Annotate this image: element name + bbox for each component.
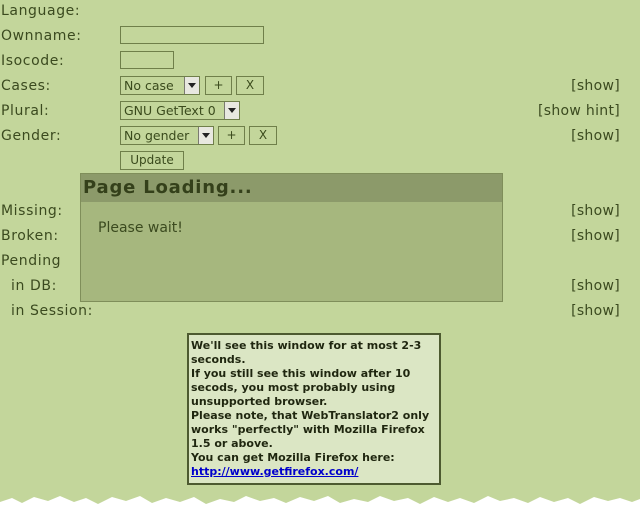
isocode-label: Isocode: <box>1 53 65 69</box>
gender-select[interactable]: No gender <box>120 126 214 145</box>
missing-label: Missing: <box>1 203 63 219</box>
chevron-down-icon <box>224 102 239 119</box>
language-label: Language: <box>1 3 81 19</box>
pending-label: Pending <box>1 253 62 269</box>
notice-line-2: If you still see this window after 10 se… <box>191 367 411 408</box>
pending-in-session-label: in Session: <box>11 303 93 319</box>
in-session-show-link[interactable]: [show] <box>571 303 620 319</box>
plural-label: Plural: <box>1 103 50 119</box>
add-gender-button[interactable]: + <box>218 126 245 145</box>
cases-show-link[interactable]: [show] <box>571 78 620 94</box>
cases-select[interactable]: No case <box>120 76 200 95</box>
chevron-down-icon <box>198 127 213 144</box>
browser-notice: We'll see this window for at most 2-3 se… <box>187 333 441 485</box>
cases-select-value: No case <box>124 78 174 93</box>
chevron-down-icon <box>184 77 199 94</box>
plural-select[interactable]: GNU GetText 0 <box>120 101 240 120</box>
isocode-field[interactable] <box>120 51 174 69</box>
notice-line-3: Please note, that WebTranslator2 only wo… <box>191 409 430 450</box>
update-button[interactable]: Update <box>120 151 184 170</box>
broken-show-link[interactable]: [show] <box>571 228 620 244</box>
loading-title: Page Loading... <box>81 174 502 202</box>
plural-show-hint-link[interactable]: [show hint] <box>538 103 620 119</box>
gender-show-link[interactable]: [show] <box>571 128 620 144</box>
ownname-label: Ownname: <box>1 28 82 44</box>
torn-edge-decoration <box>0 496 640 516</box>
cases-label: Cases: <box>1 78 51 94</box>
remove-case-button[interactable]: X <box>236 76 264 95</box>
pending-in-db-label: in DB: <box>11 278 57 294</box>
missing-show-link[interactable]: [show] <box>571 203 620 219</box>
notice-line-4: You can get Mozilla Firefox here: <box>191 451 395 464</box>
add-case-button[interactable]: + <box>205 76 232 95</box>
ownname-field[interactable] <box>120 26 264 44</box>
plural-select-value: GNU GetText 0 <box>124 103 216 118</box>
loading-message: Please wait! <box>98 220 183 236</box>
broken-label: Broken: <box>1 228 59 244</box>
in-db-show-link[interactable]: [show] <box>571 278 620 294</box>
loading-overlay: Page Loading... Please wait! <box>80 173 503 302</box>
gender-select-value: No gender <box>124 128 190 143</box>
remove-gender-button[interactable]: X <box>249 126 277 145</box>
gender-label: Gender: <box>1 128 62 144</box>
notice-line-1: We'll see this window for at most 2-3 se… <box>191 339 422 366</box>
firefox-link[interactable]: http://www.getfirefox.com/ <box>191 465 358 478</box>
